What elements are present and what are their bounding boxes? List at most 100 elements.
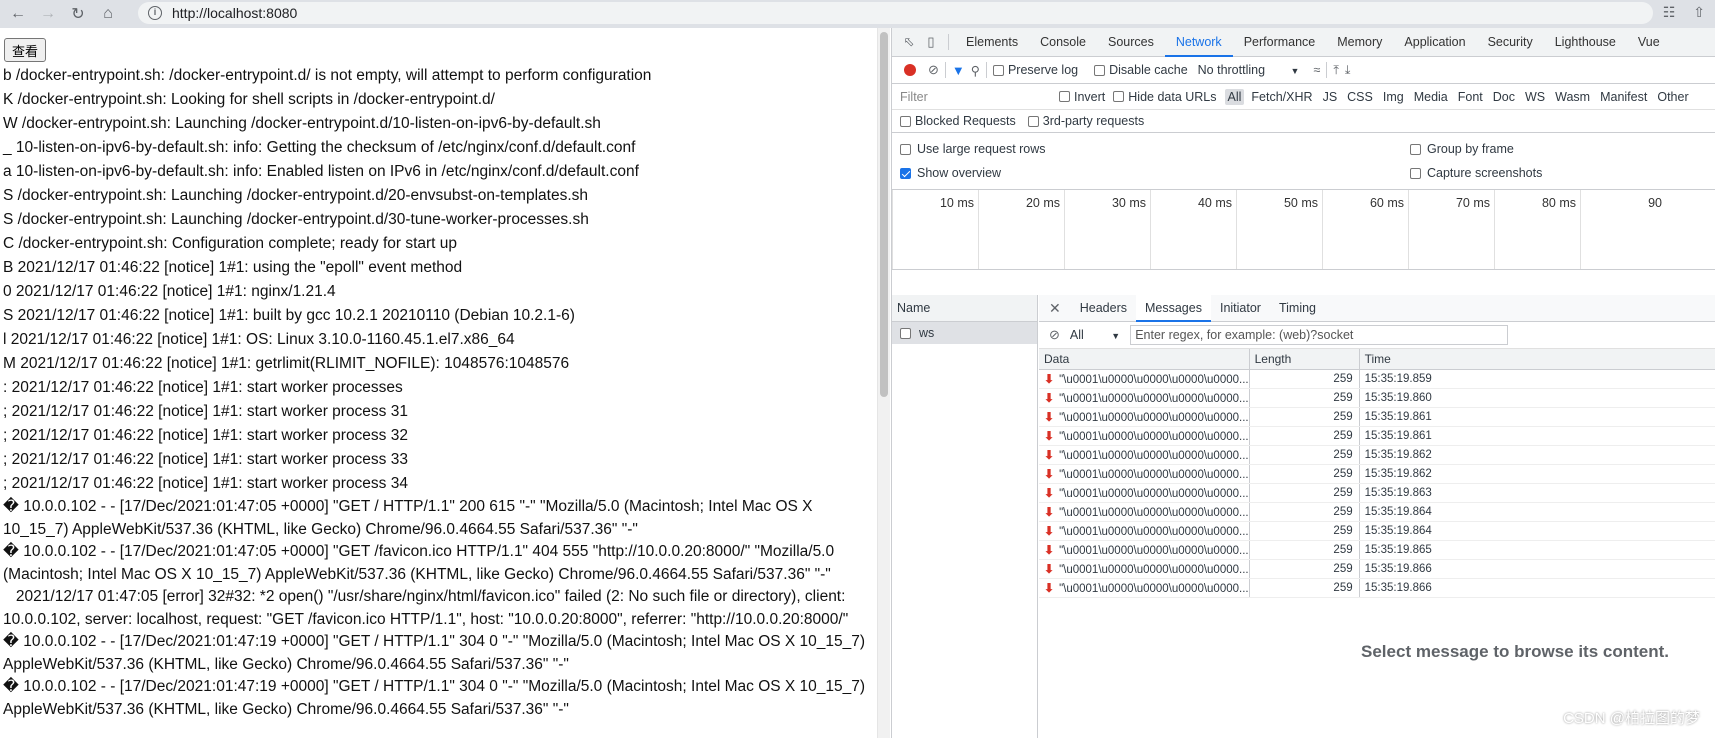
message-length: 259 (1249, 502, 1360, 522)
tab-elements[interactable]: Elements (955, 28, 1029, 57)
page-scrollbar[interactable] (877, 28, 890, 738)
time-column-header[interactable]: Time (1359, 349, 1715, 370)
row-checkbox[interactable] (900, 327, 911, 339)
name-column-header[interactable]: Name (892, 295, 1037, 322)
type-filter-all[interactable]: All (1224, 88, 1245, 105)
device-toolbar-icon[interactable]: ▯ (920, 31, 942, 53)
export-har-icon[interactable]: ⤓ (1345, 63, 1351, 78)
tab-sources[interactable]: Sources (1097, 28, 1165, 57)
message-type-select[interactable]: All ▼ (1070, 328, 1120, 342)
type-filter-js[interactable]: JS (1320, 89, 1341, 105)
data-column-header[interactable]: Data (1039, 349, 1250, 370)
message-row[interactable]: ⬇ "\u0001\u0000\u0000\u0000\u0000... 259 15… (1039, 445, 1715, 465)
message-row[interactable]: ⬇ "\u0001\u0000\u0000\u0000\u0000... 259 15… (1039, 521, 1715, 541)
message-data: "\u0001\u0000\u0000\u0000\u0000... (1059, 487, 1249, 500)
log-line: ; 2021/12/17 01:46:22 [notice] 1#1: star… (3, 475, 408, 492)
detail-tab-messages[interactable]: Messages (1135, 294, 1211, 322)
length-column-header[interactable]: Length (1249, 349, 1360, 370)
tab-memory[interactable]: Memory (1326, 28, 1393, 57)
reload-icon[interactable]: ↻ (66, 2, 90, 26)
message-row[interactable]: ⬇ "\u0001\u0000\u0000\u0000\u0000... 259 15… (1039, 483, 1715, 503)
detail-tab-headers[interactable]: Headers (1071, 295, 1136, 322)
message-row[interactable]: ⬇ "\u0001\u0000\u0000\u0000\u0000... 259 15… (1039, 559, 1715, 579)
import-har-icon[interactable]: ⤒ (1333, 63, 1339, 78)
message-data-cell: ⬇ "\u0001\u0000\u0000\u0000\u0000... (1039, 502, 1250, 522)
message-time: 15:35:19.862 (1359, 445, 1715, 465)
message-time: 15:35:19.866 (1359, 578, 1715, 598)
message-row[interactable]: ⬇ "\u0001\u0000\u0000\u0000\u0000... 259 15… (1039, 540, 1715, 560)
timeline-overview[interactable]: 10 ms 20 ms 30 ms 40 ms 50 ms 60 ms 70 ms 80 ms… (892, 190, 1715, 270)
detail-tab-initiator[interactable]: Initiator (1211, 295, 1270, 322)
invert-checkbox[interactable]: Invert (1059, 90, 1105, 104)
type-filter-fetch-xhr[interactable]: Fetch/XHR (1248, 89, 1315, 105)
network-conditions-icon[interactable]: ≈ (1313, 63, 1320, 77)
message-row[interactable]: ⬇ "\u0001\u0000\u0000\u0000\u0000... 259 15… (1039, 388, 1715, 408)
site-info-icon[interactable]: i (148, 6, 162, 20)
home-icon[interactable]: ⌂ (96, 2, 120, 26)
network-toolbar: ⊘ ▼ ⚲ Preserve log Disable cache No thro… (892, 57, 1715, 84)
tab-security[interactable]: Security (1477, 28, 1544, 57)
type-filter-wasm[interactable]: Wasm (1552, 89, 1593, 105)
scrollbar-thumb[interactable] (880, 32, 888, 397)
search-icon[interactable]: ⚲ (971, 63, 980, 78)
request-row-ws[interactable]: ws (892, 322, 1037, 344)
close-icon[interactable]: ✕ (1039, 300, 1071, 317)
message-row[interactable]: ⬇ "\u0001\u0000\u0000\u0000\u0000... 259 15… (1039, 407, 1715, 427)
type-filter-font[interactable]: Font (1455, 89, 1486, 105)
devtools-panel: ⬁ ▯ Elements Console Sources Network Perform… (891, 28, 1715, 738)
back-icon[interactable]: ← (6, 2, 30, 26)
hide-data-urls-checkbox[interactable]: Hide data URLs (1113, 90, 1217, 104)
clear-icon[interactable]: ⊘ (928, 62, 939, 78)
detail-tab-timing[interactable]: Timing (1270, 295, 1325, 322)
message-row[interactable]: ⬇ "\u0001\u0000\u0000\u0000\u0000... 259 15… (1039, 369, 1715, 389)
tab-performance[interactable]: Performance (1233, 28, 1327, 57)
tab-console[interactable]: Console (1029, 28, 1097, 57)
type-filter-ws[interactable]: WS (1522, 89, 1548, 105)
watermark: CSDN @柏拉图的梦 (1563, 710, 1700, 727)
record-icon[interactable] (904, 64, 916, 76)
inspect-element-icon[interactable]: ⬁ (898, 31, 920, 53)
type-filter-manifest[interactable]: Manifest (1597, 89, 1650, 105)
blocked-requests-checkbox[interactable]: Blocked Requests (900, 114, 1016, 128)
third-party-checkbox[interactable]: 3rd-party requests (1027, 114, 1144, 128)
view-button[interactable]: 查看 (4, 38, 47, 62)
tab-network[interactable]: Network (1164, 28, 1233, 57)
throttling-select[interactable]: No throttling ▼ (1198, 63, 1300, 77)
type-filter-img[interactable]: Img (1380, 89, 1407, 105)
type-filter-media[interactable]: Media (1411, 89, 1451, 105)
message-time: 15:35:19.860 (1359, 388, 1715, 408)
timeline-tick-label: 80 ms (1541, 196, 1576, 210)
address-bar[interactable]: i http://localhost:8080 (138, 2, 1653, 24)
translate-icon[interactable]: ☷ (1663, 4, 1676, 21)
timeline-tick-label: 30 ms (1111, 196, 1146, 210)
page-content: 查看 b /docker-entrypoint.sh: /docker-entr… (0, 28, 890, 738)
clear-messages-icon[interactable]: ⊘ (1049, 327, 1060, 343)
large-rows-checkbox[interactable]: Use large request rows (900, 142, 1046, 156)
message-row[interactable]: ⬇ "\u0001\u0000\u0000\u0000\u0000... 259 15… (1039, 578, 1715, 598)
message-row[interactable]: ⬇ "\u0001\u0000\u0000\u0000\u0000... 259 15… (1039, 426, 1715, 446)
timeline-tick-label: 10 ms (939, 196, 974, 210)
tab-vue[interactable]: Vue (1627, 28, 1671, 57)
timeline-tick-label: 40 ms (1197, 196, 1232, 210)
share-icon[interactable]: ⇧ (1693, 4, 1705, 21)
capture-screenshots-checkbox[interactable]: Capture screenshots (1410, 166, 1542, 180)
disable-cache-checkbox[interactable]: Disable cache (1094, 63, 1188, 77)
preserve-log-checkbox[interactable]: Preserve log (992, 63, 1078, 77)
regex-filter-input[interactable]: Enter regex, for example: (web)?socket (1130, 325, 1509, 345)
filter-row: Filter Invert Hide data URLs All Fetch/XH… (892, 84, 1715, 110)
tab-lighthouse[interactable]: Lighthouse (1544, 28, 1627, 57)
filter-icon[interactable]: ▼ (952, 63, 965, 78)
type-filter-doc[interactable]: Doc (1490, 89, 1518, 105)
type-filter-other[interactable]: Other (1654, 89, 1691, 105)
message-length: 259 (1249, 369, 1360, 389)
message-row[interactable]: ⬇ "\u0001\u0000\u0000\u0000\u0000... 259 15… (1039, 464, 1715, 484)
filter-input[interactable]: Filter (896, 87, 1051, 107)
group-by-frame-checkbox[interactable]: Group by frame (1410, 142, 1514, 156)
tab-application[interactable]: Application (1393, 28, 1476, 57)
request-list: Name ws (892, 295, 1038, 738)
log-line: b /docker-entrypoint.sh: /docker-entrypo… (3, 67, 652, 84)
show-overview-checkbox[interactable]: Show overview (900, 166, 1001, 180)
message-row[interactable]: ⬇ "\u0001\u0000\u0000\u0000\u0000... 259 15… (1039, 502, 1715, 522)
type-filter-css[interactable]: CSS (1344, 89, 1376, 105)
forward-icon[interactable]: → (36, 2, 60, 26)
